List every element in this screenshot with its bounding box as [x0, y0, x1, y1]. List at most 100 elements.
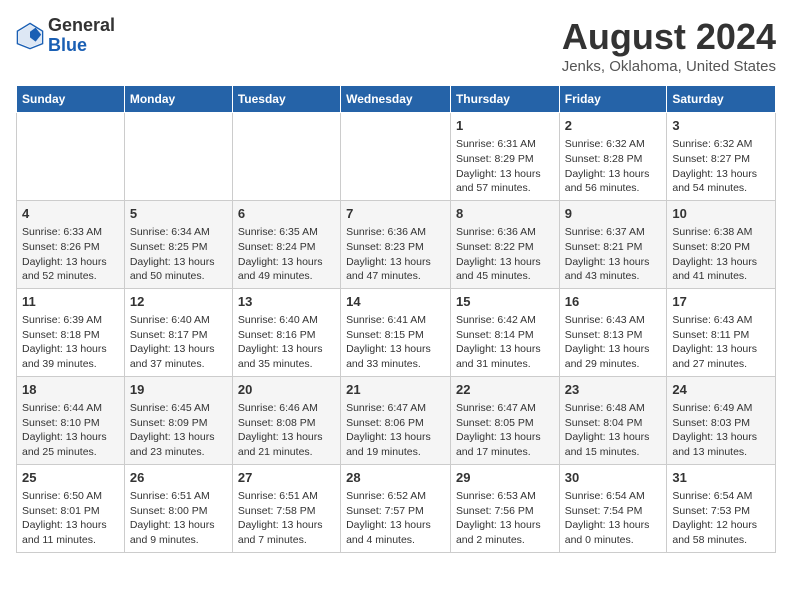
- calendar-day-cell: 7 Sunrise: 6:36 AM Sunset: 8:23 PM Daylig…: [341, 200, 451, 288]
- day-number: 27: [238, 469, 335, 487]
- calendar-day-cell: 25 Sunrise: 6:50 AM Sunset: 8:01 PM Dayli…: [17, 464, 125, 552]
- calendar-day-cell: 20 Sunrise: 6:46 AM Sunset: 8:08 PM Dayli…: [232, 376, 340, 464]
- day-number: 14: [346, 293, 445, 311]
- calendar-day-cell: 21 Sunrise: 6:47 AM Sunset: 8:06 PM Dayli…: [341, 376, 451, 464]
- logo: General Blue: [16, 16, 115, 56]
- calendar-day-cell: 8 Sunrise: 6:36 AM Sunset: 8:22 PM Daylig…: [450, 200, 559, 288]
- location: Jenks, Oklahoma, United States: [562, 58, 776, 75]
- day-info: Sunrise: 6:37 AM Sunset: 8:21 PM Dayligh…: [565, 225, 662, 284]
- day-number: 29: [456, 469, 554, 487]
- day-of-week-header: Friday: [559, 86, 667, 113]
- day-info: Sunrise: 6:36 AM Sunset: 8:23 PM Dayligh…: [346, 225, 445, 284]
- calendar-day-cell: 2 Sunrise: 6:32 AM Sunset: 8:28 PM Daylig…: [559, 113, 667, 201]
- day-info: Sunrise: 6:32 AM Sunset: 8:27 PM Dayligh…: [672, 137, 770, 196]
- day-of-week-header: Thursday: [450, 86, 559, 113]
- calendar-day-cell: 26Sunrise: 6:51 AM Sunset: 8:00 PM Dayli…: [124, 464, 232, 552]
- day-number: 23: [565, 381, 662, 399]
- day-number: 12: [130, 293, 227, 311]
- day-info: Sunrise: 6:51 AM Sunset: 7:58 PM Dayligh…: [238, 489, 335, 548]
- day-info: Sunrise: 6:54 AM Sunset: 7:53 PM Dayligh…: [672, 489, 770, 548]
- day-info: Sunrise: 6:35 AM Sunset: 8:24 PM Dayligh…: [238, 225, 335, 284]
- day-info: Sunrise: 6:39 AM Sunset: 8:18 PM Dayligh…: [22, 313, 119, 372]
- calendar-day-cell: 12 Sunrise: 6:40 AM Sunset: 8:17 PM Dayli…: [124, 288, 232, 376]
- day-number: 13: [238, 293, 335, 311]
- day-of-week-header: Wednesday: [341, 86, 451, 113]
- day-number: 2: [565, 117, 662, 135]
- day-number: 21: [346, 381, 445, 399]
- calendar-day-cell: 23 Sunrise: 6:48 AM Sunset: 8:04 PM Dayli…: [559, 376, 667, 464]
- calendar-week-row: 18Sunrise: 6:44 AM Sunset: 8:10 PM Dayli…: [17, 376, 776, 464]
- day-info: Sunrise: 6:47 AM Sunset: 8:06 PM Dayligh…: [346, 401, 445, 460]
- day-info: Sunrise: 6:36 AM Sunset: 8:22 PM Dayligh…: [456, 225, 554, 284]
- day-info: Sunrise: 6:46 AM Sunset: 8:08 PM Dayligh…: [238, 401, 335, 460]
- calendar-day-cell: 5Sunrise: 6:34 AM Sunset: 8:25 PM Daylig…: [124, 200, 232, 288]
- calendar-day-cell: 30 Sunrise: 6:54 AM Sunset: 7:54 PM Dayli…: [559, 464, 667, 552]
- day-info: Sunrise: 6:32 AM Sunset: 8:28 PM Dayligh…: [565, 137, 662, 196]
- day-number: 19: [130, 381, 227, 399]
- day-info: Sunrise: 6:49 AM Sunset: 8:03 PM Dayligh…: [672, 401, 770, 460]
- day-number: 24: [672, 381, 770, 399]
- days-header-row: SundayMondayTuesdayWednesdayThursdayFrid…: [17, 86, 776, 113]
- calendar-week-row: 4Sunrise: 6:33 AM Sunset: 8:26 PM Daylig…: [17, 200, 776, 288]
- calendar-day-cell: [341, 113, 451, 201]
- calendar-day-cell: 10 Sunrise: 6:38 AM Sunset: 8:20 PM Dayli…: [667, 200, 776, 288]
- month-year: August 2024: [562, 16, 776, 58]
- day-number: 3: [672, 117, 770, 135]
- calendar-day-cell: 31 Sunrise: 6:54 AM Sunset: 7:53 PM Dayli…: [667, 464, 776, 552]
- calendar-day-cell: 3 Sunrise: 6:32 AM Sunset: 8:27 PM Daylig…: [667, 113, 776, 201]
- day-info: Sunrise: 6:47 AM Sunset: 8:05 PM Dayligh…: [456, 401, 554, 460]
- day-info: Sunrise: 6:54 AM Sunset: 7:54 PM Dayligh…: [565, 489, 662, 548]
- day-number: 6: [238, 205, 335, 223]
- day-number: 8: [456, 205, 554, 223]
- day-of-week-header: Monday: [124, 86, 232, 113]
- day-number: 10: [672, 205, 770, 223]
- day-info: Sunrise: 6:53 AM Sunset: 7:56 PM Dayligh…: [456, 489, 554, 548]
- day-number: 9: [565, 205, 662, 223]
- day-info: Sunrise: 6:40 AM Sunset: 8:16 PM Dayligh…: [238, 313, 335, 372]
- calendar-day-cell: 18Sunrise: 6:44 AM Sunset: 8:10 PM Dayli…: [17, 376, 125, 464]
- day-number: 15: [456, 293, 554, 311]
- day-info: Sunrise: 6:31 AM Sunset: 8:29 PM Dayligh…: [456, 137, 554, 196]
- day-info: Sunrise: 6:38 AM Sunset: 8:20 PM Dayligh…: [672, 225, 770, 284]
- calendar-day-cell: 17Sunrise: 6:43 AM Sunset: 8:11 PM Dayli…: [667, 288, 776, 376]
- calendar-day-cell: 4Sunrise: 6:33 AM Sunset: 8:26 PM Daylig…: [17, 200, 125, 288]
- day-info: Sunrise: 6:33 AM Sunset: 8:26 PM Dayligh…: [22, 225, 119, 284]
- calendar-day-cell: [232, 113, 340, 201]
- day-number: 25: [22, 469, 119, 487]
- day-info: Sunrise: 6:43 AM Sunset: 8:13 PM Dayligh…: [565, 313, 662, 372]
- calendar-day-cell: 27 Sunrise: 6:51 AM Sunset: 7:58 PM Dayli…: [232, 464, 340, 552]
- day-number: 20: [238, 381, 335, 399]
- day-of-week-header: Saturday: [667, 86, 776, 113]
- day-info: Sunrise: 6:50 AM Sunset: 8:01 PM Dayligh…: [22, 489, 119, 548]
- day-info: Sunrise: 6:41 AM Sunset: 8:15 PM Dayligh…: [346, 313, 445, 372]
- day-info: Sunrise: 6:45 AM Sunset: 8:09 PM Dayligh…: [130, 401, 227, 460]
- day-info: Sunrise: 6:52 AM Sunset: 7:57 PM Dayligh…: [346, 489, 445, 548]
- day-info: Sunrise: 6:48 AM Sunset: 8:04 PM Dayligh…: [565, 401, 662, 460]
- day-number: 7: [346, 205, 445, 223]
- day-info: Sunrise: 6:43 AM Sunset: 8:11 PM Dayligh…: [672, 313, 770, 372]
- calendar-week-row: 11 Sunrise: 6:39 AM Sunset: 8:18 PM Dayli…: [17, 288, 776, 376]
- day-info: Sunrise: 6:40 AM Sunset: 8:17 PM Dayligh…: [130, 313, 227, 372]
- calendar-week-row: 1 Sunrise: 6:31 AM Sunset: 8:29 PM Daylig…: [17, 113, 776, 201]
- day-number: 26: [130, 469, 227, 487]
- day-number: 22: [456, 381, 554, 399]
- calendar-day-cell: [17, 113, 125, 201]
- day-info: Sunrise: 6:34 AM Sunset: 8:25 PM Dayligh…: [130, 225, 227, 284]
- calendar-day-cell: 29 Sunrise: 6:53 AM Sunset: 7:56 PM Dayli…: [450, 464, 559, 552]
- calendar-day-cell: 19 Sunrise: 6:45 AM Sunset: 8:09 PM Dayli…: [124, 376, 232, 464]
- calendar-day-cell: 6 Sunrise: 6:35 AM Sunset: 8:24 PM Daylig…: [232, 200, 340, 288]
- day-number: 30: [565, 469, 662, 487]
- calendar-day-cell: 9 Sunrise: 6:37 AM Sunset: 8:21 PM Daylig…: [559, 200, 667, 288]
- day-number: 1: [456, 117, 554, 135]
- day-info: Sunrise: 6:44 AM Sunset: 8:10 PM Dayligh…: [22, 401, 119, 460]
- calendar-week-row: 25 Sunrise: 6:50 AM Sunset: 8:01 PM Dayli…: [17, 464, 776, 552]
- day-number: 28: [346, 469, 445, 487]
- day-of-week-header: Tuesday: [232, 86, 340, 113]
- title-block: August 2024 Jenks, Oklahoma, United Stat…: [562, 16, 776, 75]
- calendar-day-cell: 15Sunrise: 6:42 AM Sunset: 8:14 PM Dayli…: [450, 288, 559, 376]
- day-number: 11: [22, 293, 119, 311]
- calendar-day-cell: 13 Sunrise: 6:40 AM Sunset: 8:16 PM Dayli…: [232, 288, 340, 376]
- calendar-day-cell: [124, 113, 232, 201]
- day-number: 31: [672, 469, 770, 487]
- calendar-day-cell: 28 Sunrise: 6:52 AM Sunset: 7:57 PM Dayli…: [341, 464, 451, 552]
